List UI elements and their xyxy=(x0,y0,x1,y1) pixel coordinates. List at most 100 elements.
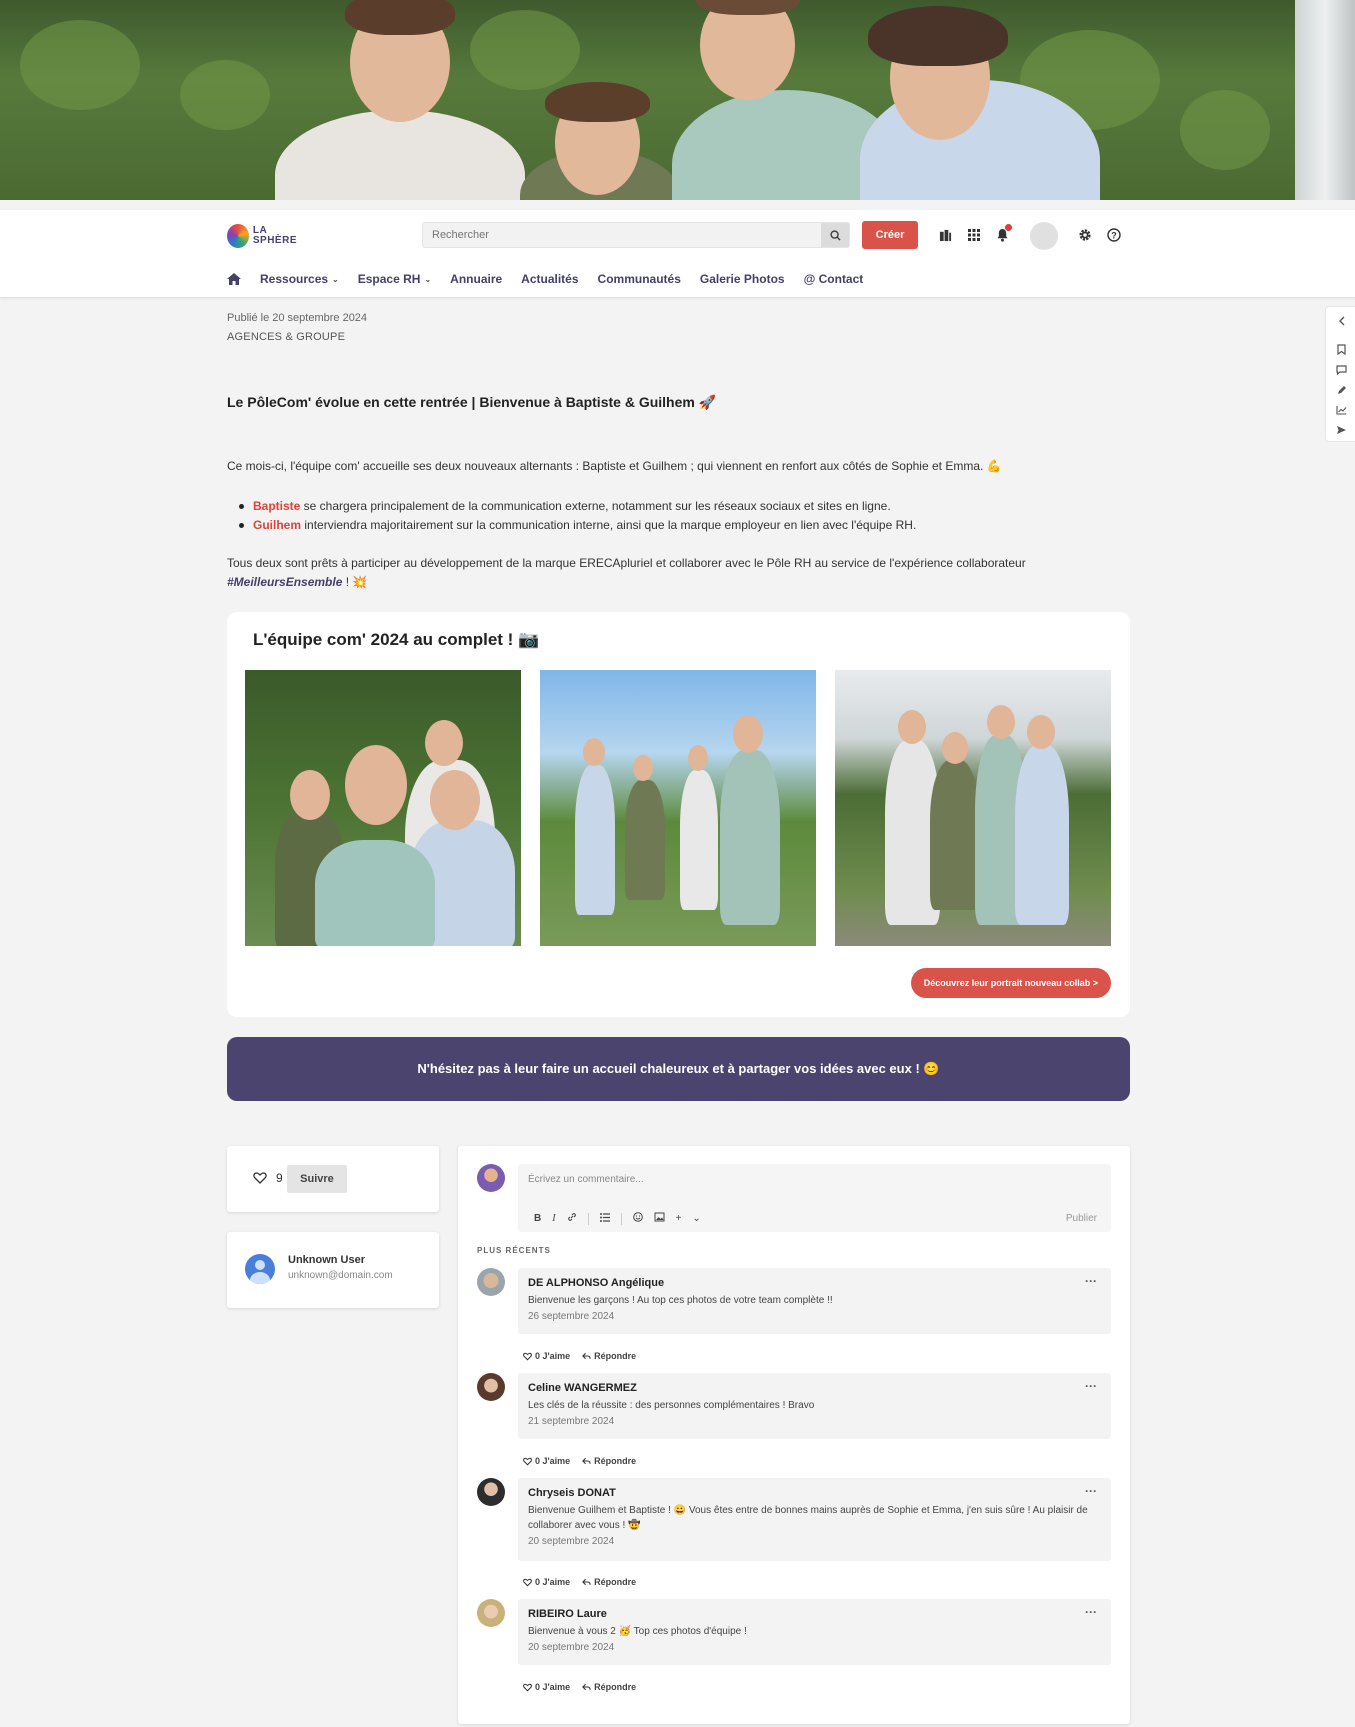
role-list: Baptiste se chargera principalement de l… xyxy=(238,497,917,535)
comment-text: Bienvenue Guilhem et Baptiste ! 😀 Vous ê… xyxy=(528,1505,1088,1531)
editor-toolbar: B I + ⌄ xyxy=(534,1212,701,1225)
heart-icon xyxy=(523,1352,532,1360)
comment-author[interactable]: RIBEIRO Laure xyxy=(528,1607,1101,1621)
plus-icon[interactable]: + xyxy=(676,1213,682,1224)
emoji-icon[interactable] xyxy=(632,1212,643,1225)
like-button[interactable]: 0 J'aime xyxy=(523,1351,570,1361)
gallery-card: L'équipe com' 2024 au complet ! 📷 Découv… xyxy=(227,612,1130,1017)
chevron-down-icon[interactable]: ⌄ xyxy=(692,1213,700,1224)
comment-author[interactable]: DE ALPHONSO Angélique xyxy=(528,1276,1101,1290)
image-icon[interactable] xyxy=(654,1212,665,1225)
list-item: Guilhem interviendra majoritairement sur… xyxy=(238,516,917,535)
italic-icon[interactable]: I xyxy=(552,1213,555,1224)
comment-text: Bienvenue à vous 2 🥳 Top ces photos d'éq… xyxy=(528,1626,747,1637)
author-name[interactable]: Unknown User xyxy=(288,1254,365,1266)
person-name: Baptiste xyxy=(253,499,301,513)
comment-input[interactable]: Écrivez un commentaire... xyxy=(528,1174,644,1185)
team-photo-garden[interactable] xyxy=(540,670,816,946)
apps-grid-icon[interactable] xyxy=(966,227,982,243)
main-nav: Ressources ⌄ Espace RH ⌄ Annuaire Actualit… xyxy=(227,272,882,286)
notification-badge xyxy=(1005,224,1012,231)
publish-date: Publié le 20 septembre 2024 xyxy=(227,312,368,324)
pencil-icon[interactable] xyxy=(1336,384,1347,395)
comments-card: Écrivez un commentaire... B I + ⌄ Publie… xyxy=(458,1146,1130,1724)
avatar xyxy=(477,1268,505,1296)
nav-espace-rh[interactable]: Espace RH ⌄ xyxy=(358,272,431,286)
logo-line2: SPHÈRE xyxy=(252,235,297,246)
person-role: interviendra majoritairement sur la comm… xyxy=(301,518,917,532)
list-icon[interactable] xyxy=(599,1212,610,1225)
nav-label: Ressources xyxy=(260,272,329,286)
bookmark-icon[interactable] xyxy=(1336,344,1347,355)
sort-label: PLUS RÉCENTS xyxy=(477,1246,551,1255)
comment-icon[interactable] xyxy=(1336,364,1347,375)
follow-button[interactable]: Suivre xyxy=(287,1165,347,1193)
chevron-left-icon[interactable] xyxy=(1336,315,1347,326)
like-button[interactable]: 0 J'aime xyxy=(523,1682,570,1692)
user-avatar[interactable] xyxy=(1030,222,1058,250)
more-options-icon[interactable]: ··· xyxy=(1085,1605,1097,1619)
nav-ressources[interactable]: Ressources ⌄ xyxy=(260,272,339,286)
avatar xyxy=(245,1254,275,1284)
send-icon[interactable] xyxy=(1336,424,1347,435)
reply-button[interactable]: Répondre xyxy=(582,1682,636,1692)
comment-author[interactable]: Chryseis DONAT xyxy=(528,1486,1101,1500)
more-options-icon[interactable]: ··· xyxy=(1085,1274,1097,1288)
comment-text: Les clés de la réussite : des personnes … xyxy=(528,1400,815,1411)
create-button[interactable]: Créer xyxy=(862,221,918,249)
comment-bubble: DE ALPHONSO Angélique Bienvenue les garç… xyxy=(518,1268,1111,1334)
hero-banner-photo xyxy=(0,0,1355,200)
side-tool-rail xyxy=(1325,306,1355,442)
list-item: Baptiste se chargera principalement de l… xyxy=(238,497,916,516)
reply-button[interactable]: Répondre xyxy=(582,1456,636,1466)
comment-date: 20 septembre 2024 xyxy=(528,1642,615,1653)
comment-editor[interactable]: Écrivez un commentaire... B I + ⌄ Publie… xyxy=(518,1164,1111,1232)
reply-button[interactable]: Répondre xyxy=(582,1577,636,1587)
comment-actions: 0 J'aime Répondre xyxy=(523,1682,636,1692)
more-options-icon[interactable]: ··· xyxy=(1085,1379,1097,1393)
like-count: 9 xyxy=(276,1171,283,1185)
reply-icon xyxy=(582,1683,591,1691)
link-icon[interactable] xyxy=(567,1212,577,1225)
reply-icon xyxy=(582,1578,591,1586)
author-card: Unknown User unknown@domain.com xyxy=(227,1232,439,1308)
nav-label: @ Contact xyxy=(803,272,864,286)
comment-actions: 0 J'aime Répondre xyxy=(523,1577,636,1587)
nav-actualites[interactable]: Actualités xyxy=(521,272,578,286)
help-icon[interactable]: ? xyxy=(1106,227,1122,243)
discover-portrait-button[interactable]: Découvrez leur portrait nouveau collab > xyxy=(910,968,1111,998)
reply-button[interactable]: Répondre xyxy=(582,1351,636,1361)
publish-button[interactable]: Publier xyxy=(1066,1213,1097,1224)
team-photo-group[interactable] xyxy=(835,670,1111,946)
library-icon[interactable] xyxy=(937,227,953,243)
nav-contact[interactable]: @ Contact xyxy=(804,272,864,286)
team-photo-selfie[interactable] xyxy=(245,670,521,946)
nav-home[interactable] xyxy=(227,273,241,285)
reply-icon xyxy=(582,1352,591,1360)
comment-bubble: Celine WANGERMEZ Les clés de la réussite… xyxy=(518,1373,1111,1439)
like-button[interactable]: 0 J'aime xyxy=(523,1456,570,1466)
nav-annuaire[interactable]: Annuaire xyxy=(450,272,502,286)
stats-chart-icon[interactable] xyxy=(1336,404,1347,415)
heart-icon[interactable] xyxy=(253,1171,267,1185)
like-button[interactable]: 0 J'aime xyxy=(523,1577,570,1587)
nav-label: Annuaire xyxy=(450,272,503,286)
notification-bell-icon[interactable] xyxy=(994,224,1012,243)
nav-communautes[interactable]: Communautés xyxy=(598,272,681,286)
heart-icon xyxy=(523,1457,532,1465)
article-intro: Ce mois-ci, l'équipe com' accueille ses … xyxy=(227,459,1002,473)
site-logo[interactable]: LA SPHÈRE xyxy=(227,222,297,250)
bold-icon[interactable]: B xyxy=(534,1213,541,1224)
more-options-icon[interactable]: ··· xyxy=(1085,1484,1097,1498)
comment-author[interactable]: Celine WANGERMEZ xyxy=(528,1381,1101,1395)
chevron-down-icon: ⌄ xyxy=(332,274,339,284)
hashtag-link[interactable]: #MeilleursEnsemble xyxy=(227,575,342,589)
nav-galerie-photos[interactable]: Galerie Photos xyxy=(700,272,785,286)
search-button[interactable] xyxy=(821,223,849,247)
heart-icon xyxy=(523,1683,532,1691)
gear-icon[interactable] xyxy=(1077,227,1093,243)
home-icon xyxy=(227,273,241,285)
search-input[interactable] xyxy=(423,223,813,247)
welcome-banner: N'hésitez pas à leur faire un accueil ch… xyxy=(227,1037,1130,1101)
comment-date: 21 septembre 2024 xyxy=(528,1416,615,1427)
